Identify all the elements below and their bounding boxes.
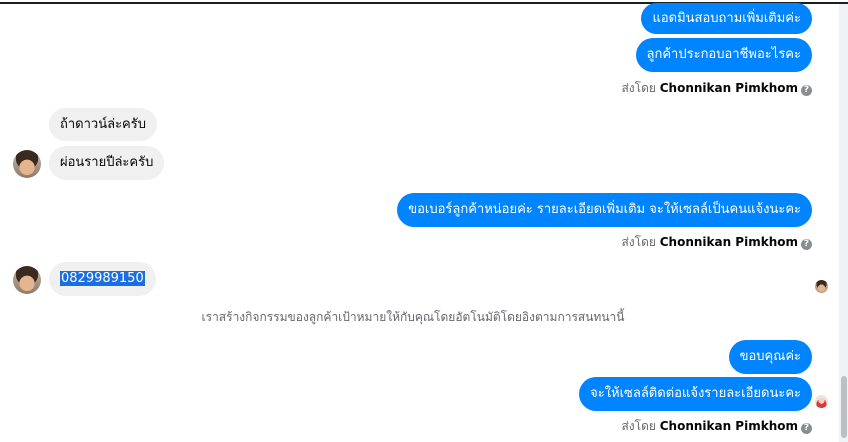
- outgoing-message-bubble[interactable]: ลูกค้าประกอบอาชีพอะไรคะ: [635, 38, 812, 72]
- incoming-message-bubble[interactable]: ผ่อนรายปีล่ะครับ: [49, 146, 165, 180]
- sender-name: Chonnikan Pimkhom: [659, 81, 798, 95]
- phone-number-text[interactable]: 0829989150: [60, 271, 145, 286]
- message-text: ผ่อนรายปีล่ะครับ: [60, 155, 154, 170]
- sent-by-prefix: ส่งโดย: [621, 419, 656, 433]
- sent-by-prefix: ส่งโดย: [621, 235, 656, 249]
- outgoing-message-bubble[interactable]: ขอเบอร์ลูกค้าหน่อยค่ะ รายละเอียดเพิ่มเติ…: [397, 193, 812, 227]
- outgoing-message-bubble[interactable]: จะให้เซลล์ติดต่อแจ้งรายละเอียดนะคะ: [579, 377, 812, 411]
- incoming-message-bubble[interactable]: ถ้าดาวน์ล่ะครับ: [49, 108, 157, 141]
- message-text: แอดมินสอบถามเพิ่มเติมค่ะ: [652, 11, 801, 26]
- message-text: จะให้เซลล์ติดต่อแจ้งรายละเอียดนะคะ: [590, 386, 801, 401]
- message-text: ลูกค้าประกอบอาชีพอะไรคะ: [646, 47, 801, 62]
- sent-by-label: ส่งโดย Chonnikan Pimkhom?: [621, 417, 812, 436]
- sent-by-label: ส่งโดย Chonnikan Pimkhom?: [621, 79, 812, 98]
- customer-avatar[interactable]: [13, 266, 41, 294]
- scrollbar-thumb[interactable]: [841, 376, 847, 438]
- incoming-message-bubble[interactable]: 0829989150: [49, 262, 156, 296]
- question-circle-icon[interactable]: ?: [801, 239, 812, 250]
- outgoing-message-bubble[interactable]: ขอบคุณค่ะ: [728, 340, 812, 374]
- system-activity-notice: เราสร้างกิจกรรมของลูกค้าเป้าหมายให้กับคุ…: [201, 310, 625, 324]
- seen-receipt-avatar: [815, 395, 828, 408]
- customer-avatar[interactable]: [13, 150, 41, 178]
- outgoing-message-bubble[interactable]: แอดมินสอบถามเพิ่มเติมค่ะ: [641, 3, 812, 34]
- sent-by-prefix: ส่งโดย: [621, 81, 656, 95]
- message-text: ขอเบอร์ลูกค้าหน่อยค่ะ รายละเอียดเพิ่มเติ…: [408, 202, 801, 217]
- question-circle-icon[interactable]: ?: [801, 85, 812, 96]
- sent-by-label: ส่งโดย Chonnikan Pimkhom?: [621, 233, 812, 252]
- sender-name: Chonnikan Pimkhom: [659, 235, 798, 249]
- question-circle-icon[interactable]: ?: [801, 423, 812, 434]
- message-text: ขอบคุณค่ะ: [739, 349, 801, 364]
- seen-receipt-avatar: [815, 280, 828, 293]
- sender-name: Chonnikan Pimkhom: [659, 419, 798, 433]
- message-text: ถ้าดาวน์ล่ะครับ: [60, 117, 146, 132]
